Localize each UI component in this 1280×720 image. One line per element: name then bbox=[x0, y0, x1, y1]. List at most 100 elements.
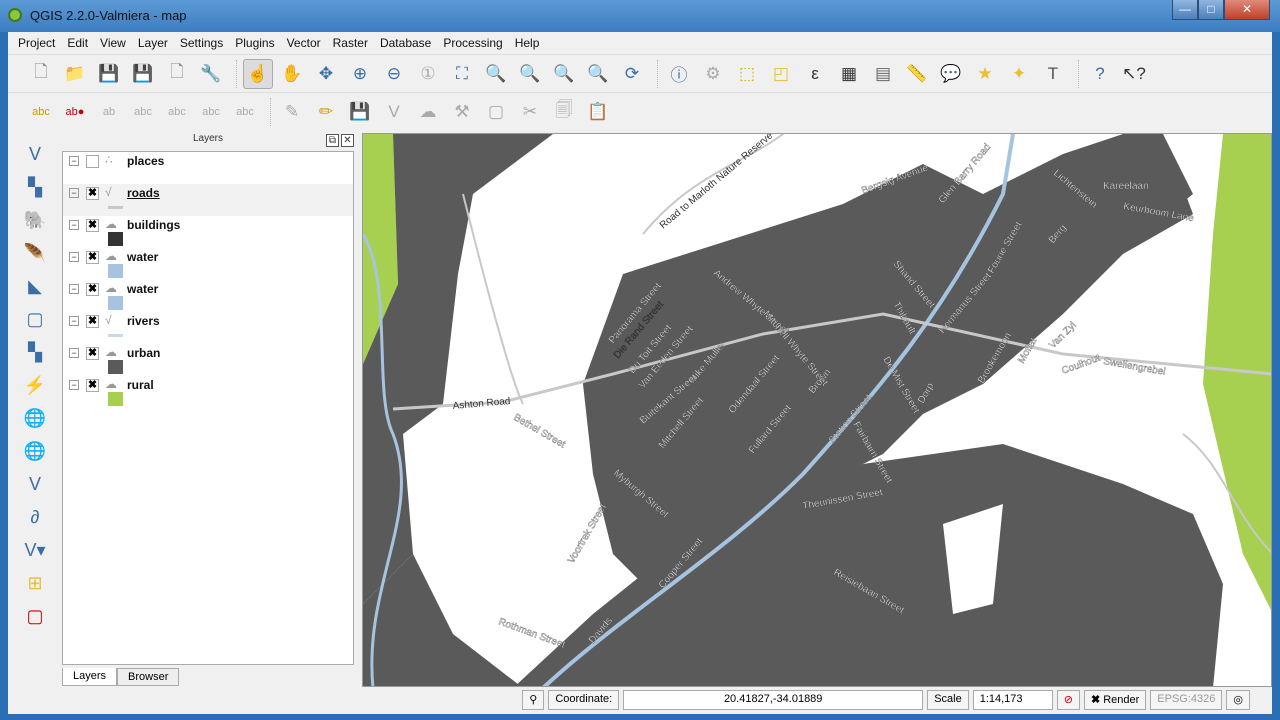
menu-edit[interactable]: Edit bbox=[61, 32, 94, 54]
label-properties-icon[interactable]: abc bbox=[230, 97, 260, 127]
collapse-icon[interactable]: − bbox=[69, 316, 79, 326]
node-tool-icon[interactable]: ⚒ bbox=[447, 97, 477, 127]
measure-icon[interactable]: 📏 bbox=[902, 59, 932, 89]
zoom-in-icon[interactable]: ⊕ bbox=[345, 59, 375, 89]
layer-visibility-checkbox[interactable] bbox=[86, 155, 99, 168]
menu-layer[interactable]: Layer bbox=[132, 32, 174, 54]
pan-icon[interactable]: ✋ bbox=[277, 59, 307, 89]
select-features-icon[interactable]: ⬚ bbox=[732, 59, 762, 89]
save-project-icon[interactable]: 💾 bbox=[94, 59, 124, 89]
menu-raster[interactable]: Raster bbox=[327, 32, 374, 54]
coordinate-toggle-icon[interactable]: ⚲ bbox=[522, 690, 545, 710]
add-grass-icon[interactable]: ∂ bbox=[20, 502, 50, 532]
help-icon[interactable]: ? bbox=[1085, 59, 1115, 89]
render-checkbox[interactable]: ✖ Render bbox=[1083, 690, 1147, 710]
add-raster-layer-icon[interactable]: ▚ bbox=[20, 172, 50, 202]
crs-status-button[interactable]: EPSG:4326 bbox=[1150, 690, 1223, 710]
delete-selected-icon[interactable]: ▢ bbox=[481, 97, 511, 127]
scale-combo[interactable]: 1:14,173 bbox=[972, 690, 1053, 710]
whats-this-icon[interactable]: ↖? bbox=[1119, 59, 1149, 89]
collapse-icon[interactable]: − bbox=[69, 380, 79, 390]
layer-visibility-checkbox[interactable]: ✖ bbox=[86, 315, 99, 328]
messages-icon[interactable]: ◎ bbox=[1226, 690, 1250, 710]
layer-visibility-checkbox[interactable]: ✖ bbox=[86, 187, 99, 200]
field-calculator-icon[interactable]: ε bbox=[800, 59, 830, 89]
new-bookmark-icon[interactable]: ★ bbox=[970, 59, 1000, 89]
menu-settings[interactable]: Settings bbox=[174, 32, 229, 54]
menu-plugins[interactable]: Plugins bbox=[229, 32, 280, 54]
collapse-icon[interactable]: − bbox=[69, 348, 79, 358]
menu-view[interactable]: View bbox=[94, 32, 132, 54]
new-project-icon[interactable]: 🗋 bbox=[26, 59, 56, 89]
menu-vector[interactable]: Vector bbox=[281, 32, 327, 54]
add-spatialite-layer-icon[interactable]: 🪶 bbox=[20, 238, 50, 268]
layer-item-rural[interactable]: − ✖ ☁ rural bbox=[63, 376, 353, 408]
layer-labeling-icon[interactable]: abc bbox=[26, 97, 56, 127]
show-bookmarks-icon[interactable]: ✦ bbox=[1004, 59, 1034, 89]
toggle-editing-icon[interactable]: ✏ bbox=[311, 97, 341, 127]
coordinate-field[interactable]: 20.41827,-34.01889 bbox=[623, 690, 924, 710]
new-composer-icon[interactable]: 🗋 bbox=[162, 59, 192, 89]
layer-item-buildings[interactable]: − ✖ ☁ buildings bbox=[63, 216, 353, 248]
open-project-icon[interactable]: 📁 bbox=[60, 59, 90, 89]
layer-item-roads[interactable]: − ✖ √ roads bbox=[63, 184, 353, 216]
layer-visibility-checkbox[interactable]: ✖ bbox=[86, 283, 99, 296]
menu-project[interactable]: Project bbox=[12, 32, 61, 54]
collapse-icon[interactable]: − bbox=[69, 252, 79, 262]
text-annotation-icon[interactable]: T bbox=[1038, 59, 1068, 89]
zoom-layer-icon[interactable]: 🔍 bbox=[515, 59, 545, 89]
copy-icon[interactable]: 🗐 bbox=[549, 97, 579, 127]
zoom-full-icon[interactable]: ⛶ bbox=[447, 59, 477, 89]
zoom-selection-icon[interactable]: 🔍 bbox=[481, 59, 511, 89]
change-label-icon[interactable]: abc bbox=[196, 97, 226, 127]
add-delimited-text-icon[interactable]: V bbox=[20, 469, 50, 499]
cut-icon[interactable]: ✂ bbox=[515, 97, 545, 127]
action-icon[interactable]: ⚙ bbox=[698, 59, 728, 89]
add-wcs-layer-icon[interactable]: ⚡ bbox=[20, 370, 50, 400]
pin-labels-icon[interactable]: ab● bbox=[60, 97, 90, 127]
refresh-icon[interactable]: ⟳ bbox=[617, 59, 647, 89]
add-postgis-layer-icon[interactable]: 🐘 bbox=[20, 205, 50, 235]
layer-item-water[interactable]: − ✖ ☁ water bbox=[63, 280, 353, 312]
stop-render-icon[interactable]: ⊘ bbox=[1056, 690, 1080, 710]
close-button[interactable]: ✕ bbox=[1224, 0, 1270, 20]
identify-icon[interactable]: ⓘ bbox=[664, 59, 694, 89]
new-shapefile-icon[interactable]: V▾ bbox=[20, 535, 50, 565]
zoom-last-icon[interactable]: 🔍 bbox=[549, 59, 579, 89]
collapse-icon[interactable]: − bbox=[69, 188, 79, 198]
attribute-table-icon[interactable]: ▦ bbox=[834, 59, 864, 89]
zoom-next-icon[interactable]: 🔍 bbox=[583, 59, 613, 89]
pan-to-selection-icon[interactable]: ✥ bbox=[311, 59, 341, 89]
layer-item-water[interactable]: − ✖ ☁ water bbox=[63, 248, 353, 280]
statistics-icon[interactable]: ▤ bbox=[868, 59, 898, 89]
layer-item-places[interactable]: − ∴ places bbox=[63, 152, 353, 184]
layer-visibility-checkbox[interactable]: ✖ bbox=[86, 219, 99, 232]
collapse-icon[interactable]: − bbox=[69, 220, 79, 230]
map-canvas[interactable]: Road to Marloth Nature Reserve Bergsig Av… bbox=[362, 133, 1272, 687]
zoom-native-icon[interactable]: ① bbox=[413, 59, 443, 89]
add-oracle-layer-icon[interactable]: ▢ bbox=[20, 304, 50, 334]
save-edits-icon[interactable]: 💾 bbox=[345, 97, 375, 127]
menu-processing[interactable]: Processing bbox=[437, 32, 508, 54]
minimize-button[interactable]: — bbox=[1172, 0, 1198, 20]
menu-database[interactable]: Database bbox=[374, 32, 437, 54]
add-wms-layer-icon[interactable]: ▚ bbox=[20, 337, 50, 367]
add-wfs-layer-icon[interactable]: 🌐 bbox=[20, 403, 50, 433]
layer-item-urban[interactable]: − ✖ ☁ urban bbox=[63, 344, 353, 376]
collapse-icon[interactable]: − bbox=[69, 156, 79, 166]
show-hide-labels-icon[interactable]: ab bbox=[94, 97, 124, 127]
add-feature-icon[interactable]: V bbox=[379, 97, 409, 127]
zoom-out-icon[interactable]: ⊖ bbox=[379, 59, 409, 89]
maximize-button[interactable]: □ bbox=[1198, 0, 1224, 20]
new-spatialite-icon[interactable]: ⊞ bbox=[20, 568, 50, 598]
paste-icon[interactable]: 📋 bbox=[583, 97, 613, 127]
tab-browser[interactable]: Browser bbox=[117, 668, 180, 686]
close-panel-button[interactable]: ✕ bbox=[341, 134, 354, 147]
float-panel-button[interactable]: ⧉ bbox=[326, 134, 339, 147]
collapse-icon[interactable]: − bbox=[69, 284, 79, 294]
add-mssql-layer-icon[interactable]: ◣ bbox=[20, 271, 50, 301]
current-edits-icon[interactable]: ✎ bbox=[277, 97, 307, 127]
save-as-icon[interactable]: 💾 bbox=[128, 59, 158, 89]
layer-visibility-checkbox[interactable]: ✖ bbox=[86, 379, 99, 392]
add-vector-layer-icon[interactable]: V bbox=[20, 139, 50, 169]
